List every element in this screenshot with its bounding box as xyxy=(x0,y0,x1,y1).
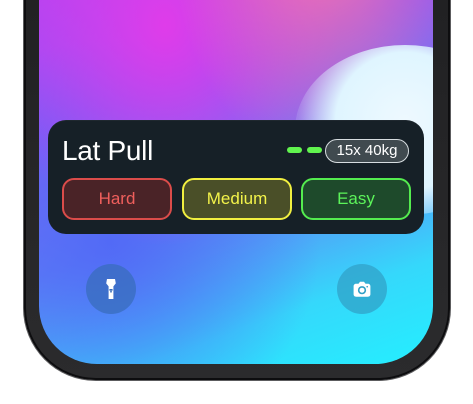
medium-button[interactable]: Medium xyxy=(182,178,292,220)
completed-set-marker xyxy=(307,147,322,153)
easy-button[interactable]: Easy xyxy=(301,178,411,220)
completed-set-marker xyxy=(287,147,302,153)
difficulty-options: Hard Medium Easy xyxy=(62,178,411,220)
camera-icon xyxy=(353,281,371,297)
exercise-title: Lat Pull xyxy=(62,135,153,166)
workout-widget: Lat Pull 15x 40kg Hard Medium Easy xyxy=(48,120,424,234)
phone-lock-screen: Lat Pull 15x 40kg Hard Medium Easy xyxy=(0,0,473,404)
set-info-badge: 15x 40kg xyxy=(325,139,409,163)
flashlight-icon xyxy=(106,279,116,299)
camera-button[interactable] xyxy=(337,264,387,314)
set-progress-indicator xyxy=(287,147,323,153)
hard-button[interactable]: Hard xyxy=(62,178,172,220)
flashlight-button[interactable] xyxy=(86,264,136,314)
